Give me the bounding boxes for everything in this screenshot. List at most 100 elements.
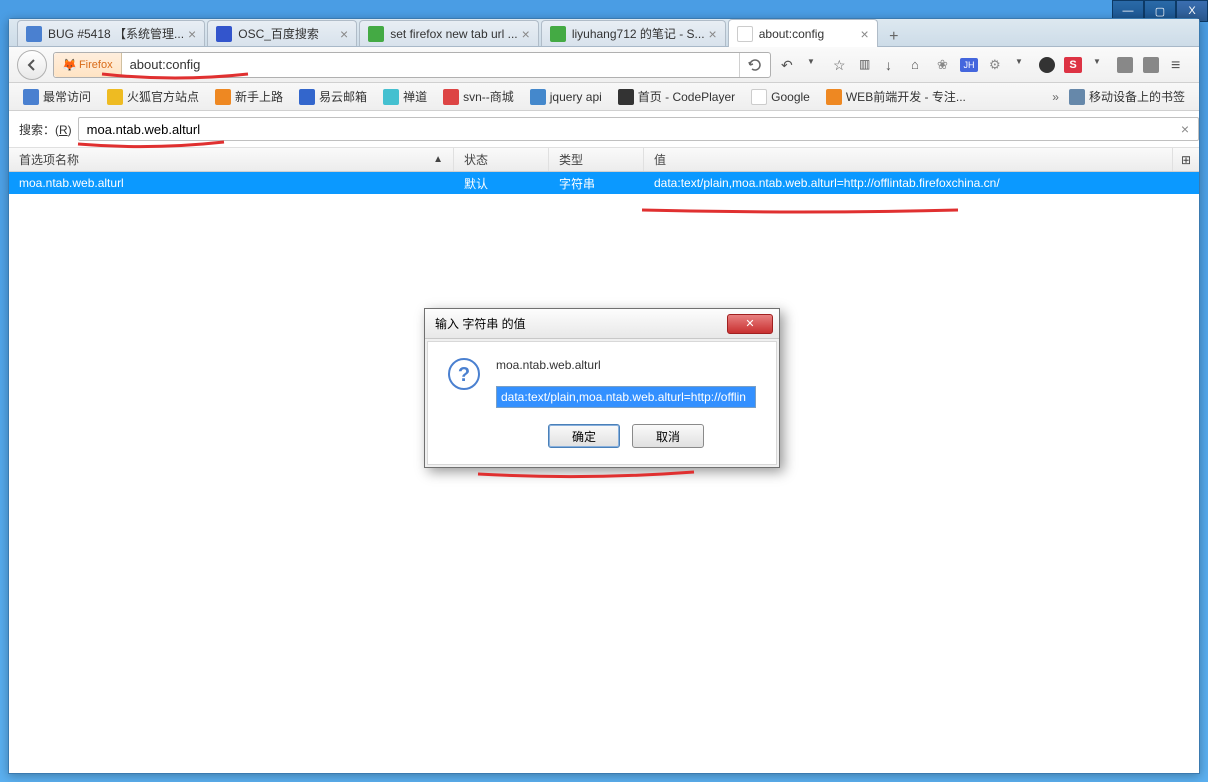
ext-icon[interactable]: JH — [959, 53, 983, 77]
bookmark[interactable]: 首页 - CodePlayer — [612, 86, 741, 107]
ext-icon[interactable] — [1115, 53, 1139, 77]
bookmark-icon — [299, 89, 315, 105]
tab-favicon — [368, 26, 384, 42]
mobile-icon — [1069, 89, 1085, 105]
bookmark-label: 新手上路 — [235, 88, 283, 105]
tab-favicon — [26, 26, 42, 42]
bookmark-star-icon[interactable]: ☆ — [829, 53, 853, 77]
tab-label: set firefox new tab url ... — [390, 27, 517, 41]
tab-label: OSC_百度搜索 — [238, 25, 336, 42]
download-icon[interactable]: ↓ — [881, 53, 905, 77]
dialog-title: 输入 字符串 的值 — [435, 315, 727, 332]
bookmark-label: jquery api — [550, 90, 602, 104]
tab[interactable]: OSC_百度搜索 × — [207, 20, 357, 46]
search-label: 搜索：(R) — [19, 121, 72, 138]
svg-text:?: ? — [458, 364, 470, 386]
cell-value: data:text/plain,moa.ntab.web.alturl=http… — [644, 172, 1199, 194]
cancel-button[interactable]: 取消 — [632, 424, 704, 448]
tab-active[interactable]: about:config × — [728, 19, 878, 47]
close-icon[interactable]: × — [709, 26, 717, 42]
close-icon[interactable]: × — [340, 26, 348, 42]
tab-favicon — [216, 26, 232, 42]
cell-name: moa.ntab.web.alturl — [9, 172, 454, 194]
column-name[interactable]: 首选项名称▲ — [9, 148, 454, 171]
bookmark-icon — [443, 89, 459, 105]
column-type[interactable]: 类型 — [549, 148, 644, 171]
bookmark[interactable]: svn--商城 — [437, 86, 520, 107]
column-status[interactable]: 状态 — [454, 148, 549, 171]
back-button[interactable] — [17, 50, 47, 80]
reload-button[interactable] — [739, 53, 770, 77]
bookmark-label: 火狐官方站点 — [127, 88, 199, 105]
bookmark-icon — [107, 89, 123, 105]
bookmark-icon — [530, 89, 546, 105]
menu-icon[interactable]: ≡ — [1167, 53, 1191, 77]
column-picker[interactable]: ⊞ — [1173, 148, 1199, 171]
tab-favicon — [737, 26, 753, 42]
config-search-input[interactable] — [78, 117, 1199, 141]
question-icon: ? — [448, 358, 480, 390]
reload-icon — [748, 58, 762, 72]
bookmark-label: 易云邮箱 — [319, 88, 367, 105]
bookmark-icon — [215, 89, 231, 105]
cell-status: 默认 — [454, 172, 549, 194]
bookmark[interactable]: 易云邮箱 — [293, 86, 373, 107]
mobile-bookmarks[interactable]: 移动设备上的书签 — [1063, 86, 1191, 107]
bookmark-label: 移动设备上的书签 — [1089, 88, 1185, 105]
bookmark-label: 禅道 — [403, 88, 427, 105]
config-row-selected[interactable]: moa.ntab.web.alturl 默认 字符串 data:text/pla… — [9, 172, 1199, 194]
close-icon[interactable]: × — [861, 26, 869, 42]
column-value[interactable]: 值 — [644, 148, 1173, 171]
dialog-input[interactable] — [496, 386, 756, 408]
bookmark[interactable]: 火狐官方站点 — [101, 86, 205, 107]
bookmark-icon — [23, 89, 39, 105]
bookmark-label: 首页 - CodePlayer — [638, 88, 735, 105]
bookmark-icon — [383, 89, 399, 105]
tabs-bar: BUG #5418 【系统管理... × OSC_百度搜索 × set fire… — [9, 19, 1199, 47]
dropdown-icon[interactable]: ▼ — [1011, 53, 1035, 77]
dialog-close-button[interactable]: ✕ — [727, 314, 773, 334]
bookmark[interactable]: 最常访问 — [17, 86, 97, 107]
bookmark[interactable]: 新手上路 — [209, 86, 289, 107]
dropdown-icon[interactable]: ▼ — [1089, 53, 1113, 77]
undo-button[interactable]: ↶ — [777, 53, 801, 77]
bookmark-label: 最常访问 — [43, 88, 91, 105]
sidebar-icon[interactable]: ▥ — [855, 53, 879, 77]
tab-label: BUG #5418 【系统管理... — [48, 25, 184, 42]
bookmark-icon — [618, 89, 634, 105]
arrow-left-icon — [25, 58, 39, 72]
new-tab-button[interactable]: + — [880, 28, 908, 46]
ext-icon[interactable] — [1141, 53, 1165, 77]
ext-icon[interactable]: S — [1063, 53, 1087, 77]
globe-icon[interactable]: ❀ — [933, 53, 957, 77]
tab-label: about:config — [759, 27, 857, 41]
bookmark[interactable]: Google — [745, 87, 816, 107]
clear-search-icon[interactable]: × — [1181, 121, 1189, 137]
bookmark[interactable]: WEB前端开发 - 专注... — [820, 86, 972, 107]
tab[interactable]: BUG #5418 【系统管理... × — [17, 20, 205, 46]
bookmark-label: WEB前端开发 - 专注... — [846, 88, 966, 105]
nav-bar: Firefox ↶ ▼ ☆ ▥ ↓ ⌂ ❀ JH ⚙ ▼ S ▼ ≡ — [9, 47, 1199, 83]
bookmark-icon — [826, 89, 842, 105]
toolbar-icons: ↶ ▼ ☆ ▥ ↓ ⌂ ❀ JH ⚙ ▼ S ▼ ≡ — [777, 53, 1191, 77]
close-icon[interactable]: × — [188, 26, 196, 42]
url-input[interactable] — [122, 57, 739, 72]
tab[interactable]: set firefox new tab url ... × — [359, 20, 539, 46]
bookmark-label: svn--商城 — [463, 88, 514, 105]
dropdown-icon[interactable]: ▼ — [803, 53, 827, 77]
ok-button[interactable]: 确定 — [548, 424, 620, 448]
ext-icon[interactable]: ⚙ — [985, 53, 1009, 77]
identity-badge[interactable]: Firefox — [54, 53, 122, 77]
ext-icon[interactable] — [1037, 53, 1061, 77]
dialog-body: ? moa.ntab.web.alturl 确定 取消 — [427, 341, 777, 465]
bookmark[interactable]: jquery api — [524, 87, 608, 107]
bookmarks-overflow[interactable]: » — [1052, 90, 1059, 104]
close-icon[interactable]: × — [522, 26, 530, 42]
dialog-titlebar[interactable]: 输入 字符串 的值 ✕ — [425, 309, 779, 339]
bookmark[interactable]: 禅道 — [377, 86, 433, 107]
bookmarks-bar: 最常访问 火狐官方站点 新手上路 易云邮箱 禅道 svn--商城 jquery … — [9, 83, 1199, 111]
bookmark-label: Google — [771, 90, 810, 104]
cell-type: 字符串 — [549, 172, 644, 194]
tab[interactable]: liyuhang712 的笔记 - S... × — [541, 20, 726, 46]
home-icon[interactable]: ⌂ — [907, 53, 931, 77]
